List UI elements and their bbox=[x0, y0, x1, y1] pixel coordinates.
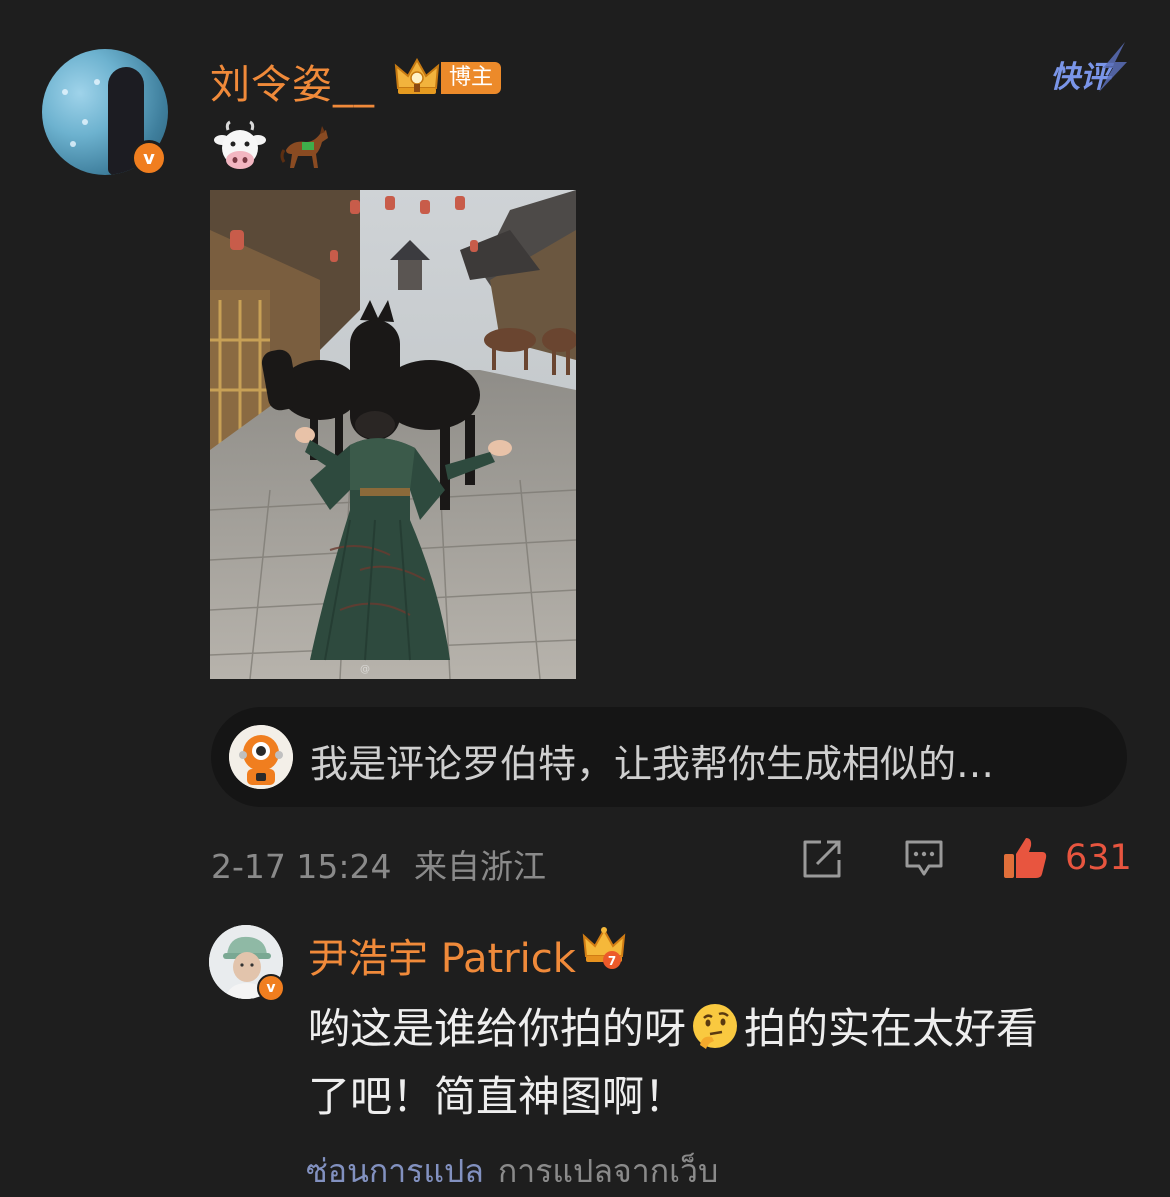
svg-text:@: @ bbox=[360, 664, 370, 675]
reply-line-2: 了吧！简直神图啊！ bbox=[308, 1072, 687, 1121]
avatar-sparkle bbox=[70, 141, 76, 147]
avatar-sparkle bbox=[94, 79, 100, 85]
ai-comment-prompt[interactable]: 我是评论罗伯特，让我帮你生成相似的… bbox=[310, 733, 994, 788]
blogger-badge: 博主 bbox=[441, 62, 502, 94]
post-location: 来自浙江 bbox=[414, 847, 546, 886]
verified-icon: v bbox=[131, 140, 167, 176]
thinking-face-icon bbox=[693, 1004, 738, 1049]
like-count: 631 bbox=[1065, 838, 1132, 878]
crown-icon bbox=[394, 58, 440, 94]
kuaiping-lightning-icon bbox=[1099, 42, 1127, 92]
comment-robot-avatar bbox=[229, 725, 293, 789]
post-meta: 2-17 15:24 来自浙江 bbox=[211, 840, 546, 888]
comment-icon[interactable] bbox=[903, 838, 945, 878]
reply-username[interactable]: 尹浩宇 Patrick bbox=[308, 926, 576, 984]
svg-text:7: 7 bbox=[608, 954, 616, 968]
reply-verified-icon: v bbox=[257, 974, 285, 1002]
post-photo[interactable]: @ bbox=[210, 190, 576, 679]
translation-row: ซ่อนการแปล การแปลจากเว็บ bbox=[306, 1146, 718, 1197]
hide-translation-link[interactable]: ซ่อนการแปล bbox=[306, 1152, 484, 1190]
vip-crown-icon: 7 bbox=[582, 927, 626, 969]
share-icon[interactable] bbox=[801, 838, 843, 880]
avatar-sparkle bbox=[82, 119, 88, 125]
like-thumb-icon[interactable] bbox=[1002, 834, 1048, 880]
translation-source: การแปลจากเว็บ bbox=[497, 1152, 719, 1190]
avatar-sparkle bbox=[62, 89, 68, 95]
reply-text-segment: 拍的实在太好看 bbox=[744, 1004, 1039, 1053]
reply-line-1: 哟这是谁给你拍的呀 拍的实在太好看 bbox=[308, 995, 1108, 1063]
cow-face-icon bbox=[214, 120, 266, 169]
reply-text: 哟这是谁给你拍的呀 拍的实在太好看 了吧！简直神图啊！ bbox=[308, 995, 1108, 1131]
author-username[interactable]: 刘令姿__ bbox=[210, 52, 375, 110]
post-timestamp: 2-17 15:24 bbox=[211, 847, 392, 886]
reply-text-segment: 哟这是谁给你拍的呀 bbox=[308, 1004, 687, 1053]
post-emoji-row bbox=[212, 120, 334, 176]
horse-racing-icon bbox=[280, 126, 328, 168]
